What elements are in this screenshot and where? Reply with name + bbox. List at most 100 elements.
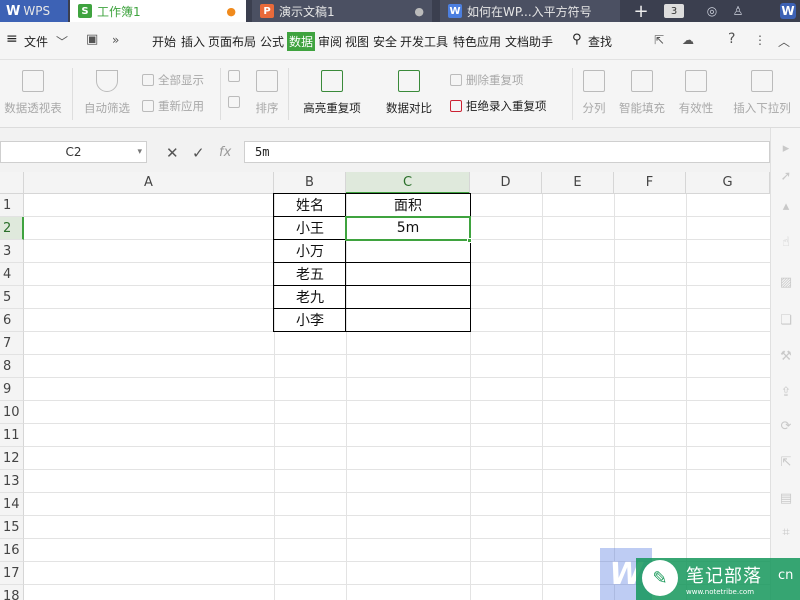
row-header[interactable]: 17 — [0, 562, 24, 585]
menu-page-layout[interactable]: 页面布局 — [208, 33, 256, 50]
fill-handle[interactable] — [467, 238, 472, 243]
menu-doc-assistant[interactable]: 文档助手 — [505, 33, 553, 50]
smart-fill-button[interactable]: 智能填充 — [616, 60, 668, 116]
formula-input[interactable]: 5m — [244, 141, 770, 163]
select-all-corner[interactable] — [0, 172, 24, 194]
shirt-icon[interactable]: ♙ — [730, 3, 746, 19]
show-all-button[interactable]: 全部显示 — [142, 72, 204, 88]
backup-icon[interactable]: ⟳ — [778, 418, 794, 434]
row-header[interactable]: 9 — [0, 378, 24, 401]
cloud-icon[interactable]: ☁ — [682, 33, 694, 47]
row-header[interactable]: 6 — [0, 309, 24, 332]
row-header[interactable]: 13 — [0, 470, 24, 493]
layers-icon[interactable]: ❏ — [778, 312, 794, 328]
row-header[interactable]: 14 — [0, 493, 24, 516]
new-tab-button[interactable]: + — [628, 0, 654, 22]
cancel-icon[interactable]: ✕ — [166, 144, 179, 162]
menu-home[interactable]: 开始 — [152, 33, 176, 50]
column-header-a[interactable]: A — [24, 172, 274, 194]
column-header-c[interactable]: C — [346, 172, 470, 194]
menu-security[interactable]: 安全 — [373, 33, 397, 50]
column-header-f[interactable]: F — [614, 172, 686, 194]
tab-workbook[interactable]: S 工作簿1 ● — [70, 0, 246, 22]
tab-count-badge[interactable]: 3 — [664, 4, 684, 18]
spreadsheet-grid[interactable]: A B C D E F G 1 2 3 4 5 6 7 8 9 10 11 12… — [0, 172, 770, 600]
row-header[interactable]: 2 — [0, 217, 24, 240]
collapse-icon[interactable]: ︿ — [778, 33, 790, 50]
sort-asc-button[interactable] — [228, 70, 244, 82]
column-header-e[interactable]: E — [542, 172, 614, 194]
like-icon[interactable]: ☝ — [778, 234, 794, 250]
close-dot-icon[interactable]: ● — [414, 5, 424, 18]
save-icon[interactable]: ▣ — [86, 32, 98, 47]
pointer-icon[interactable]: ➚ — [778, 168, 794, 184]
tab-wps-home[interactable]: W WPS — [0, 0, 68, 22]
tab-presentation[interactable]: P 演示文稿1 ● — [252, 0, 432, 22]
column-header-b[interactable]: B — [274, 172, 346, 194]
name-box[interactable]: C2 ▾ — [0, 141, 147, 163]
tab-document[interactable]: W 如何在WP...入平方符号 — [440, 0, 620, 22]
row-header[interactable]: 3 — [0, 240, 24, 263]
sort-button[interactable]: 排序 — [252, 60, 282, 116]
reject-duplicates-button[interactable]: 拒绝录入重复项 — [450, 98, 547, 114]
insert-dropdown-button[interactable]: 插入下拉列 — [730, 60, 794, 116]
share-icon[interactable]: ⇱ — [778, 454, 794, 470]
auto-filter-button[interactable]: 自动筛选 — [82, 60, 132, 116]
menu-view[interactable]: 视图 — [345, 33, 369, 50]
menu-insert[interactable]: 插入 — [181, 33, 205, 50]
search-button[interactable]: 查找 — [588, 33, 612, 50]
reapply-button[interactable]: 重新应用 — [142, 98, 204, 114]
row-header[interactable]: 12 — [0, 447, 24, 470]
cell-b2[interactable]: 小王 — [274, 217, 346, 239]
crop-icon[interactable]: ⌗ — [778, 524, 794, 540]
column-header-g[interactable]: G — [686, 172, 770, 194]
skin-icon[interactable]: ◎ — [704, 3, 720, 19]
export-icon[interactable]: ⇪ — [778, 384, 794, 400]
chevron-down-icon[interactable]: ﹀ — [56, 33, 68, 50]
confirm-icon[interactable]: ✓ — [192, 144, 205, 162]
menu-dev-tools[interactable]: 开发工具 — [400, 33, 448, 50]
validity-button[interactable]: 有效性 — [674, 60, 718, 116]
row-header[interactable]: 10 — [0, 401, 24, 424]
cell-b4[interactable]: 老五 — [274, 263, 346, 285]
account-icon[interactable]: W — [780, 3, 796, 19]
function-icon[interactable]: fx — [219, 145, 231, 160]
collapse-panel-icon[interactable]: ▸ — [778, 140, 794, 156]
search-icon[interactable]: ⚲ — [572, 32, 582, 47]
split-column-button[interactable]: 分列 — [580, 60, 608, 116]
remove-duplicates-button[interactable]: 删除重复项 — [450, 72, 524, 88]
row-header[interactable]: 16 — [0, 539, 24, 562]
menu-review[interactable]: 审阅 — [318, 33, 342, 50]
menu-features[interactable]: 特色应用 — [453, 33, 501, 50]
cell-b3[interactable]: 小万 — [274, 240, 346, 262]
row-header[interactable]: 5 — [0, 286, 24, 309]
style-icon[interactable]: ▨ — [778, 274, 794, 290]
more-icon[interactable]: » — [112, 33, 119, 47]
menu-file[interactable]: 文件 — [24, 33, 48, 50]
row-header[interactable]: 18 — [0, 585, 24, 600]
column-header-d[interactable]: D — [470, 172, 542, 194]
more-options-icon[interactable]: ⋮ — [754, 33, 766, 47]
sort-desc-button[interactable] — [228, 96, 244, 108]
row-header[interactable]: 7 — [0, 332, 24, 355]
template-icon[interactable]: ▤ — [778, 490, 794, 506]
hamburger-icon[interactable]: ≡ — [6, 31, 18, 47]
menu-data[interactable]: 数据 — [287, 32, 316, 51]
share-icon[interactable]: ⇱ — [654, 33, 664, 47]
row-header[interactable]: 4 — [0, 263, 24, 286]
cell-b1[interactable]: 姓名 — [274, 194, 346, 216]
cell-b6[interactable]: 小李 — [274, 309, 346, 331]
row-header[interactable]: 11 — [0, 424, 24, 447]
highlight-duplicates-button[interactable]: 高亮重复项 — [296, 60, 368, 116]
scroll-up-icon[interactable]: ▴ — [778, 198, 794, 214]
data-compare-button[interactable]: 数据对比 — [378, 60, 440, 116]
row-header[interactable]: 15 — [0, 516, 24, 539]
row-header[interactable]: 8 — [0, 355, 24, 378]
pivot-table-button[interactable]: 数据透视表 — [2, 60, 64, 116]
help-icon[interactable]: ? — [728, 31, 735, 47]
menu-formula[interactable]: 公式 — [260, 33, 284, 50]
tools-icon[interactable]: ⚒ — [778, 348, 794, 364]
cell-b5[interactable]: 老九 — [274, 286, 346, 308]
row-header[interactable]: 1 — [0, 194, 24, 217]
cell-c1[interactable]: 面积 — [346, 194, 470, 216]
